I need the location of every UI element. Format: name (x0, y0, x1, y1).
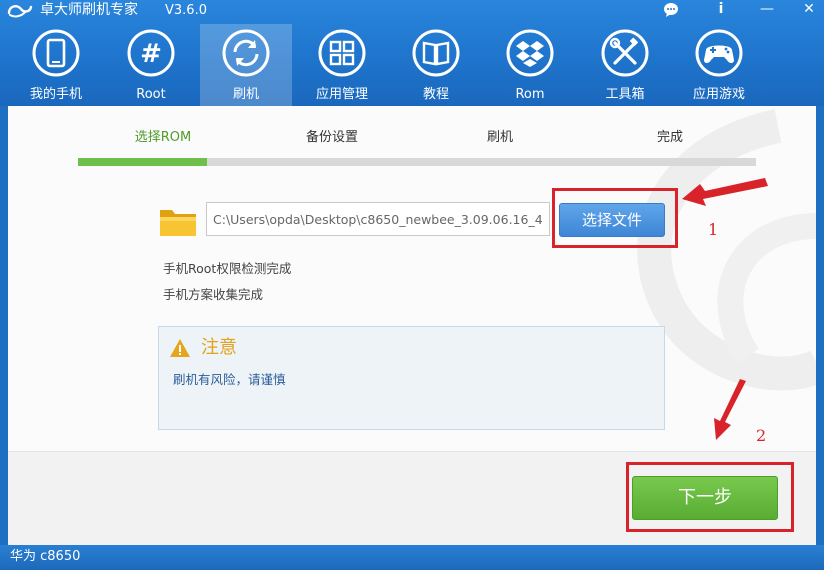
minimize-button[interactable]: — (756, 0, 778, 20)
nav-label: 刷机 (232, 87, 259, 102)
step-backup-settings: 备份设置 (305, 130, 358, 145)
nav-item-rom[interactable]: Rom (484, 24, 576, 106)
main-nav: 我的手机 # Root 刷机 应用管理 教程 Rom 工具箱 应用游戏 (0, 22, 824, 106)
warning-icon (170, 339, 190, 357)
app-header: 卓大师刷机专家 V3.6.0 i — ✕ 我的手机 # Root 刷机 应用管理… (0, 0, 824, 106)
warning-notice: 注意 刷机有风险，请谨慎 (158, 326, 665, 430)
step-flash: 刷机 (486, 130, 513, 145)
nav-item-my-phone[interactable]: 我的手机 (10, 24, 102, 106)
hash-icon: # (127, 29, 175, 77)
annotation-label-1: 1 (708, 220, 719, 239)
nav-label: 应用游戏 (692, 87, 745, 102)
close-button[interactable]: ✕ (798, 0, 820, 20)
tools-icon (601, 29, 649, 77)
status-plan-collect: 手机方案收集完成 (163, 287, 264, 302)
notice-title: 注意 (201, 337, 237, 358)
rom-path-input[interactable] (206, 202, 550, 236)
nav-item-toolbox[interactable]: 工具箱 (579, 24, 671, 106)
status-bar: 华为 c8650 (0, 545, 824, 570)
annotation-box-2 (626, 462, 794, 532)
title-bar[interactable]: 卓大师刷机专家 V3.6.0 i — ✕ (0, 0, 824, 22)
nav-label: Rom (515, 87, 545, 102)
step-progress-fill (78, 158, 207, 166)
step-select-rom: 选择ROM (134, 130, 192, 145)
nav-label: 我的手机 (29, 87, 82, 102)
step-complete: 完成 (656, 130, 683, 145)
device-name: 华为 c8650 (10, 549, 81, 564)
nav-item-tutorial[interactable]: 教程 (390, 24, 482, 106)
app-version: V3.6.0 (165, 3, 207, 18)
annotation-box-1 (552, 188, 678, 248)
gamepad-icon (695, 29, 743, 77)
folder-icon[interactable] (158, 204, 198, 238)
nav-label: 应用管理 (315, 87, 368, 102)
dropbox-icon (506, 29, 554, 77)
app-title: 卓大师刷机专家 (40, 2, 138, 18)
info-button[interactable]: i (710, 0, 732, 20)
app-logo-icon (7, 5, 33, 18)
chat-bubble-icon[interactable] (660, 0, 682, 20)
nav-label: 工具箱 (605, 87, 645, 102)
annotation-label-2: 2 (756, 426, 767, 445)
grid-icon (318, 29, 366, 77)
book-icon (412, 29, 460, 77)
phone-icon (32, 29, 80, 77)
nav-item-flash[interactable]: 刷机 (200, 24, 292, 106)
nav-item-root[interactable]: # Root (105, 24, 197, 106)
step-progress-bar (78, 158, 756, 166)
nav-label: 教程 (422, 87, 449, 102)
svg-text:#: # (140, 39, 162, 69)
status-root-check: 手机Root权限检测完成 (163, 261, 292, 276)
refresh-icon (222, 29, 270, 77)
nav-item-app-manager[interactable]: 应用管理 (296, 24, 388, 106)
nav-item-app-games[interactable]: 应用游戏 (673, 24, 765, 106)
notice-text: 刷机有风险，请谨慎 (173, 372, 286, 387)
nav-label: Root (136, 87, 166, 102)
